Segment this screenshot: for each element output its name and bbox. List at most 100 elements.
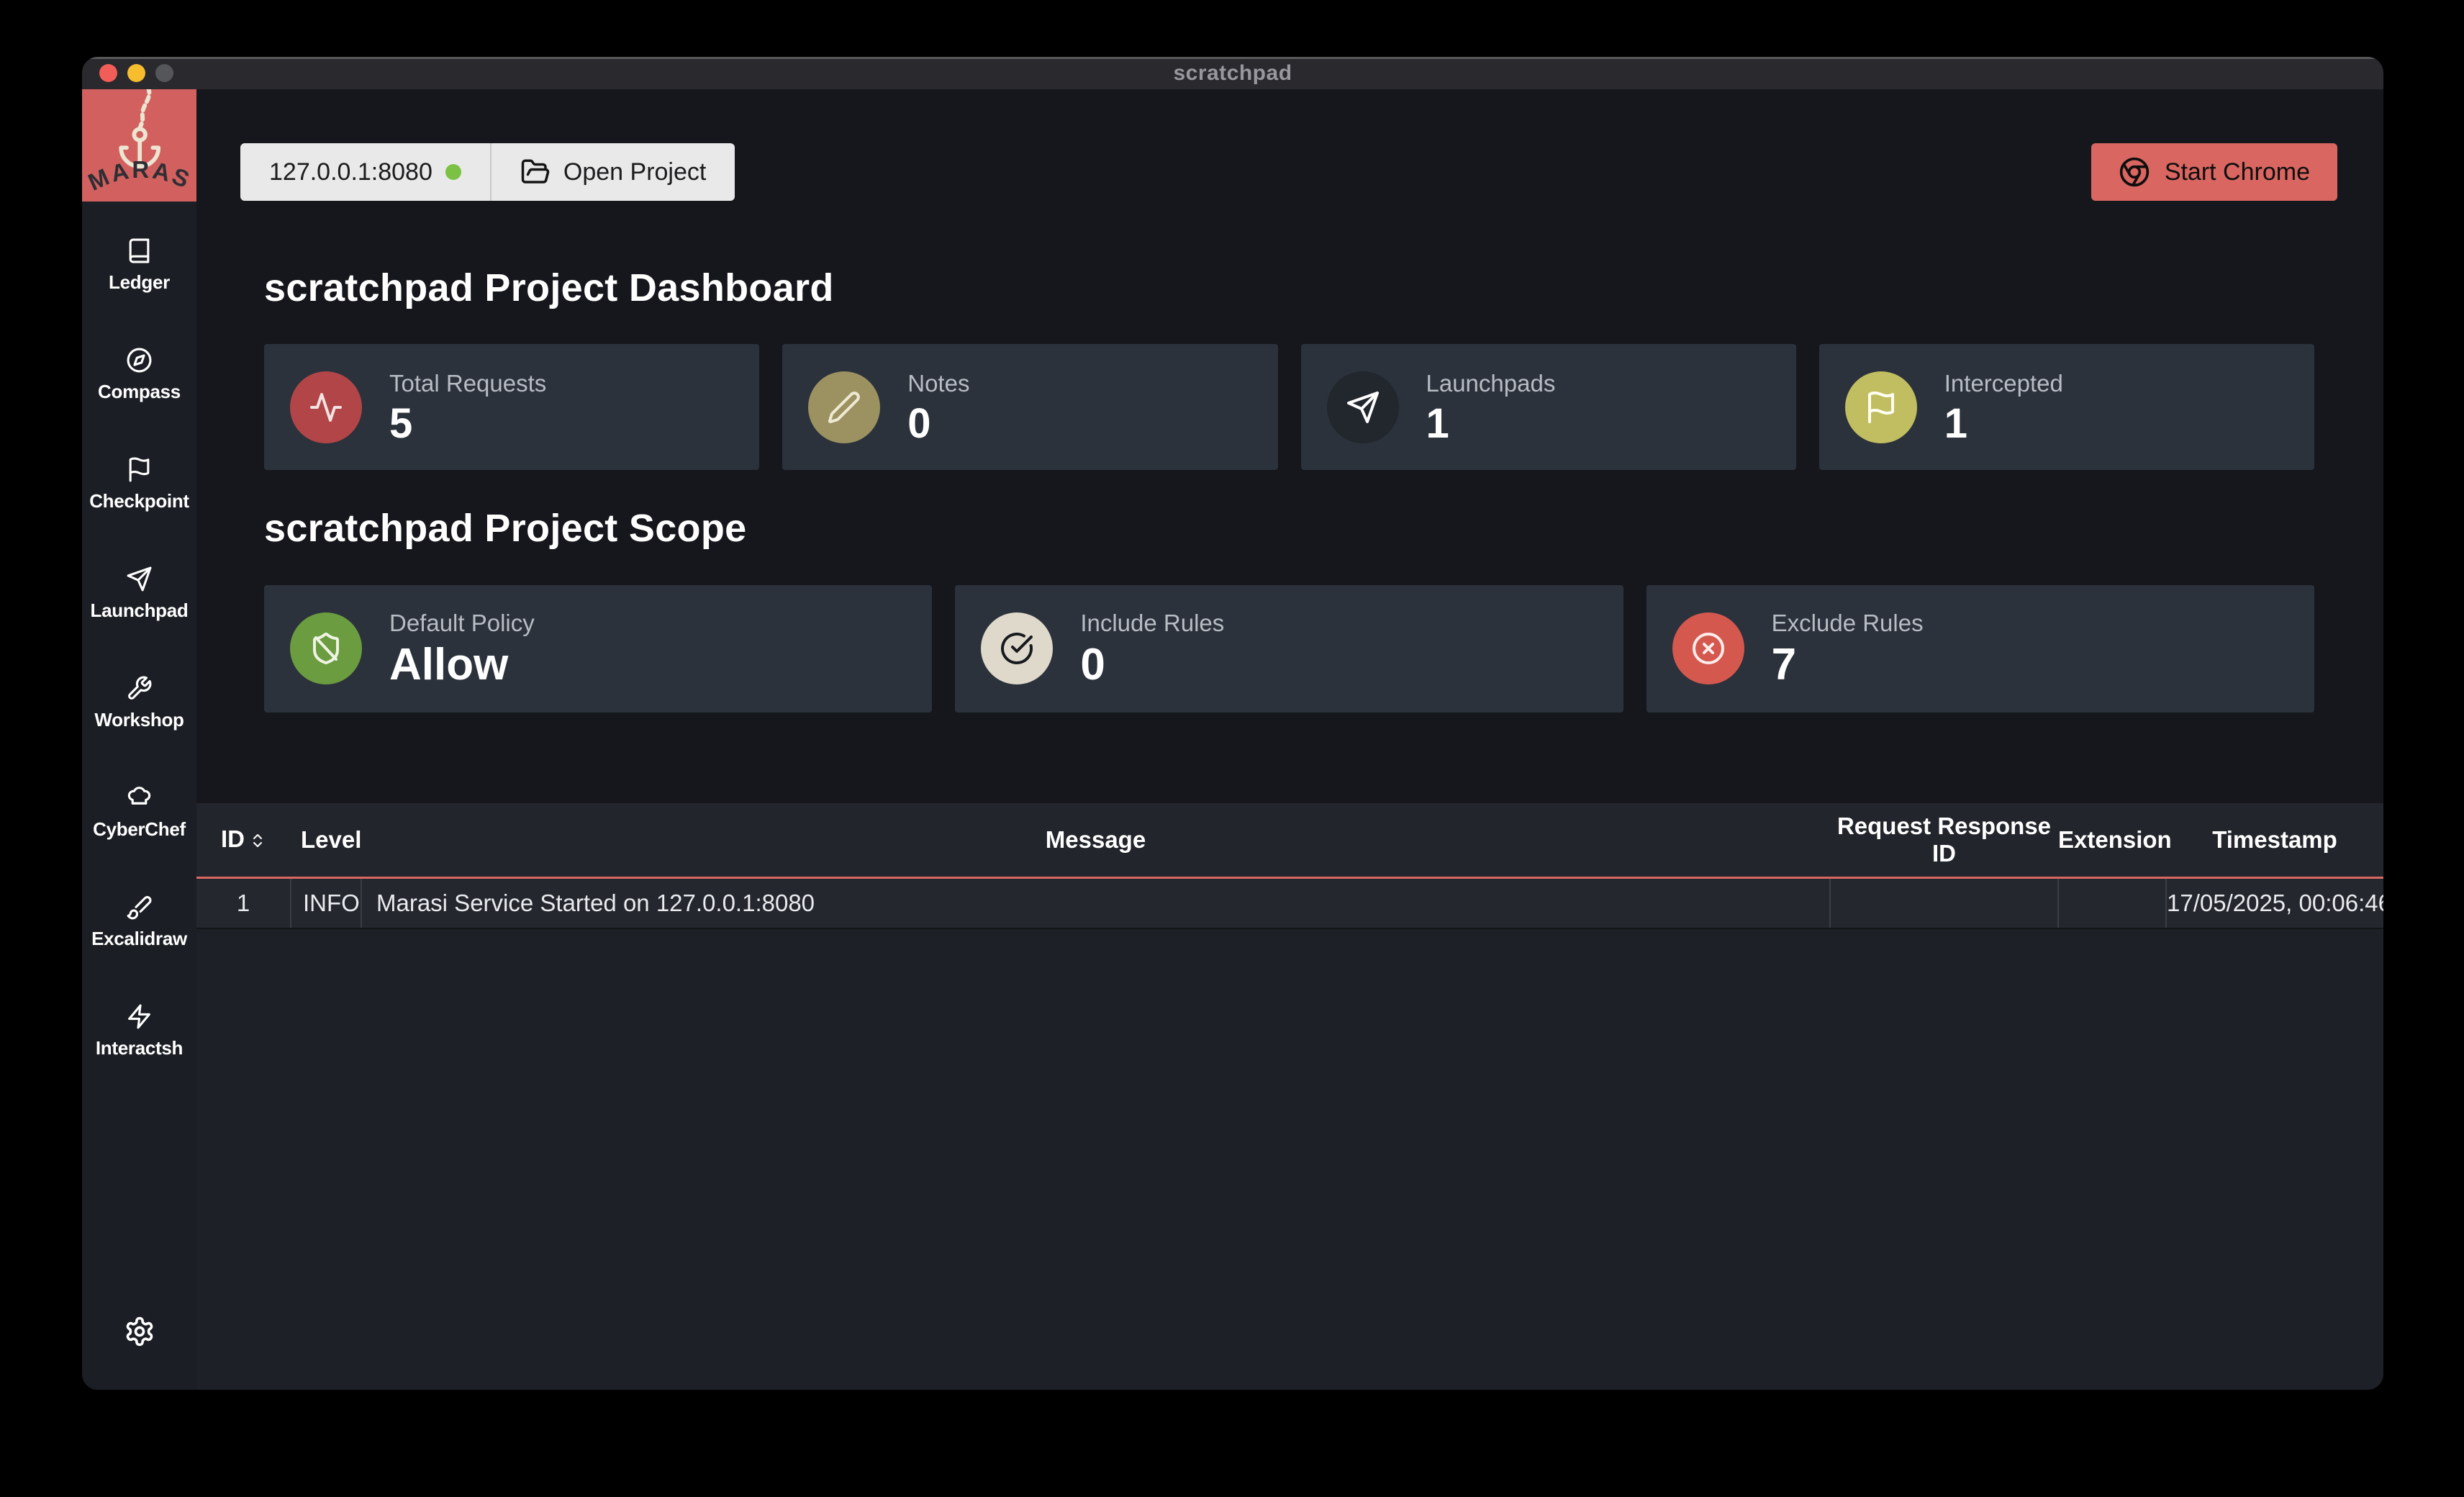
cell-request-response-id[interactable] [1830, 878, 2058, 928]
app-window: scratchpad MARASI Ledger [82, 57, 2383, 1390]
sidebar-item-ledger[interactable]: Ledger [82, 238, 196, 294]
main-area: MARASI Ledger Compass Checkpoint [82, 89, 2383, 1390]
sidebar: MARASI Ledger Compass Checkpoint [82, 89, 196, 1390]
server-button-group: 127.0.0.1:8080 Open Project [240, 143, 735, 201]
stats-row: Total Requests 5 Notes 0 [196, 344, 2383, 470]
cell-level[interactable]: INFO [291, 878, 361, 928]
column-header-timestamp[interactable]: Timestamp [2166, 803, 2383, 878]
cell-id[interactable]: 1 [196, 878, 291, 928]
activity-icon [309, 390, 343, 425]
scope-icon-bubble [981, 612, 1053, 684]
sort-icon[interactable] [249, 828, 266, 855]
compass-icon [126, 347, 153, 374]
sidebar-item-interactsh[interactable]: Interactsh [82, 1003, 196, 1059]
circle-check-icon [1000, 631, 1034, 666]
log-table: ID Level Message Request Response ID Ext… [196, 803, 2383, 929]
sidebar-item-label: Ledger [109, 271, 170, 294]
stat-text: Intercepted 1 [1944, 370, 2063, 445]
stat-card-notes: Notes 0 [782, 344, 1277, 470]
open-project-button[interactable]: Open Project [492, 143, 735, 201]
stat-icon-bubble [1845, 371, 1917, 443]
scope-text: Default Policy Allow [389, 610, 535, 687]
minimize-button[interactable] [127, 64, 145, 82]
stat-value: 1 [1944, 403, 2063, 445]
dashboard-title: scratchpad Project Dashboard [196, 267, 2383, 309]
chrome-icon [2119, 156, 2150, 188]
pencil-icon [827, 390, 861, 425]
chef-hat-icon [126, 784, 153, 811]
shield-off-icon [309, 631, 343, 666]
stat-card-intercepted: Intercepted 1 [1819, 344, 2314, 470]
send-icon [1346, 390, 1380, 425]
column-header-extension[interactable]: Extension [2058, 803, 2166, 878]
log-table-row[interactable]: 1 INFO Marasi Service Started on 127.0.0… [196, 878, 2383, 928]
column-header-message[interactable]: Message [361, 803, 1830, 878]
send-icon [126, 566, 153, 592]
gear-icon [124, 1316, 155, 1347]
sidebar-item-label: Excalidraw [91, 928, 187, 950]
stat-text: Launchpads 1 [1426, 370, 1556, 445]
scope-row: Default Policy Allow Include Rules 0 [196, 585, 2383, 713]
scope-label: Exclude Rules [1772, 610, 1924, 637]
sidebar-item-label: Workshop [94, 709, 184, 731]
start-chrome-button[interactable]: Start Chrome [2091, 143, 2337, 201]
stat-icon-bubble [290, 371, 362, 443]
stat-icon-bubble [808, 371, 880, 443]
flag-icon [1864, 390, 1898, 425]
sidebar-item-workshop[interactable]: Workshop [82, 675, 196, 731]
stat-label: Launchpads [1426, 370, 1556, 397]
content-area: 127.0.0.1:8080 Open Project Start Chrome… [196, 89, 2383, 1390]
column-header-request-response-id[interactable]: Request Response ID [1830, 803, 2058, 878]
scope-text: Include Rules 0 [1080, 610, 1224, 687]
settings-button[interactable] [124, 1316, 155, 1351]
sidebar-item-excalidraw[interactable]: Excalidraw [82, 894, 196, 950]
cell-message[interactable]: Marasi Service Started on 127.0.0.1:8080 [361, 878, 1830, 928]
column-header-id[interactable]: ID [196, 803, 291, 878]
stat-label: Notes [907, 370, 969, 397]
sidebar-item-label: Interactsh [96, 1037, 183, 1059]
circle-x-icon [1691, 631, 1726, 666]
wrench-icon [126, 675, 153, 702]
stat-value: 0 [907, 403, 969, 445]
stat-value: 1 [1426, 403, 1556, 445]
scope-card-exclude-rules: Exclude Rules 7 [1647, 585, 2314, 713]
server-address: 127.0.0.1:8080 [269, 158, 432, 186]
sidebar-item-checkpoint[interactable]: Checkpoint [82, 456, 196, 512]
sidebar-item-compass[interactable]: Compass [82, 347, 196, 403]
sidebar-item-label: Launchpad [91, 600, 189, 622]
stat-card-launchpads: Launchpads 1 [1301, 344, 1796, 470]
close-button[interactable] [99, 64, 117, 82]
sidebar-item-label: Checkpoint [89, 490, 189, 512]
column-header-level[interactable]: Level [291, 803, 361, 878]
open-project-label: Open Project [563, 158, 706, 186]
scope-icon-bubble [290, 612, 362, 684]
scope-label: Include Rules [1080, 610, 1224, 637]
stat-label: Total Requests [389, 370, 546, 397]
sidebar-item-label: Compass [98, 381, 181, 403]
stat-icon-bubble [1327, 371, 1399, 443]
topbar: 127.0.0.1:8080 Open Project Start Chrome [240, 143, 2337, 201]
stat-text: Notes 0 [907, 370, 969, 445]
zap-icon [126, 1003, 153, 1030]
scope-label: Default Policy [389, 610, 535, 637]
sidebar-item-launchpad[interactable]: Launchpad [82, 566, 196, 622]
stat-card-total-requests: Total Requests 5 [264, 344, 759, 470]
scope-text: Exclude Rules 7 [1772, 610, 1924, 687]
log-table-panel: ID Level Message Request Response ID Ext… [196, 803, 2383, 1390]
log-table-header-row: ID Level Message Request Response ID Ext… [196, 803, 2383, 878]
server-address-button[interactable]: 127.0.0.1:8080 [240, 143, 490, 201]
flag-icon [126, 456, 153, 483]
scope-value: 7 [1772, 643, 1924, 687]
maximize-button[interactable] [155, 64, 173, 82]
cell-timestamp[interactable]: 17/05/2025, 00:06:46 [2166, 878, 2383, 928]
window-title: scratchpad [1173, 61, 1292, 86]
sidebar-item-label: CyberChef [93, 818, 186, 841]
scope-title: scratchpad Project Scope [196, 507, 2383, 550]
sidebar-item-cyberchef[interactable]: CyberChef [82, 784, 196, 841]
scope-value: 0 [1080, 643, 1224, 687]
scope-value: Allow [389, 643, 535, 687]
window-titlebar: scratchpad [82, 57, 2383, 89]
cell-extension[interactable] [2058, 878, 2166, 928]
paintbrush-icon [126, 894, 153, 921]
folder-open-icon [520, 157, 551, 187]
